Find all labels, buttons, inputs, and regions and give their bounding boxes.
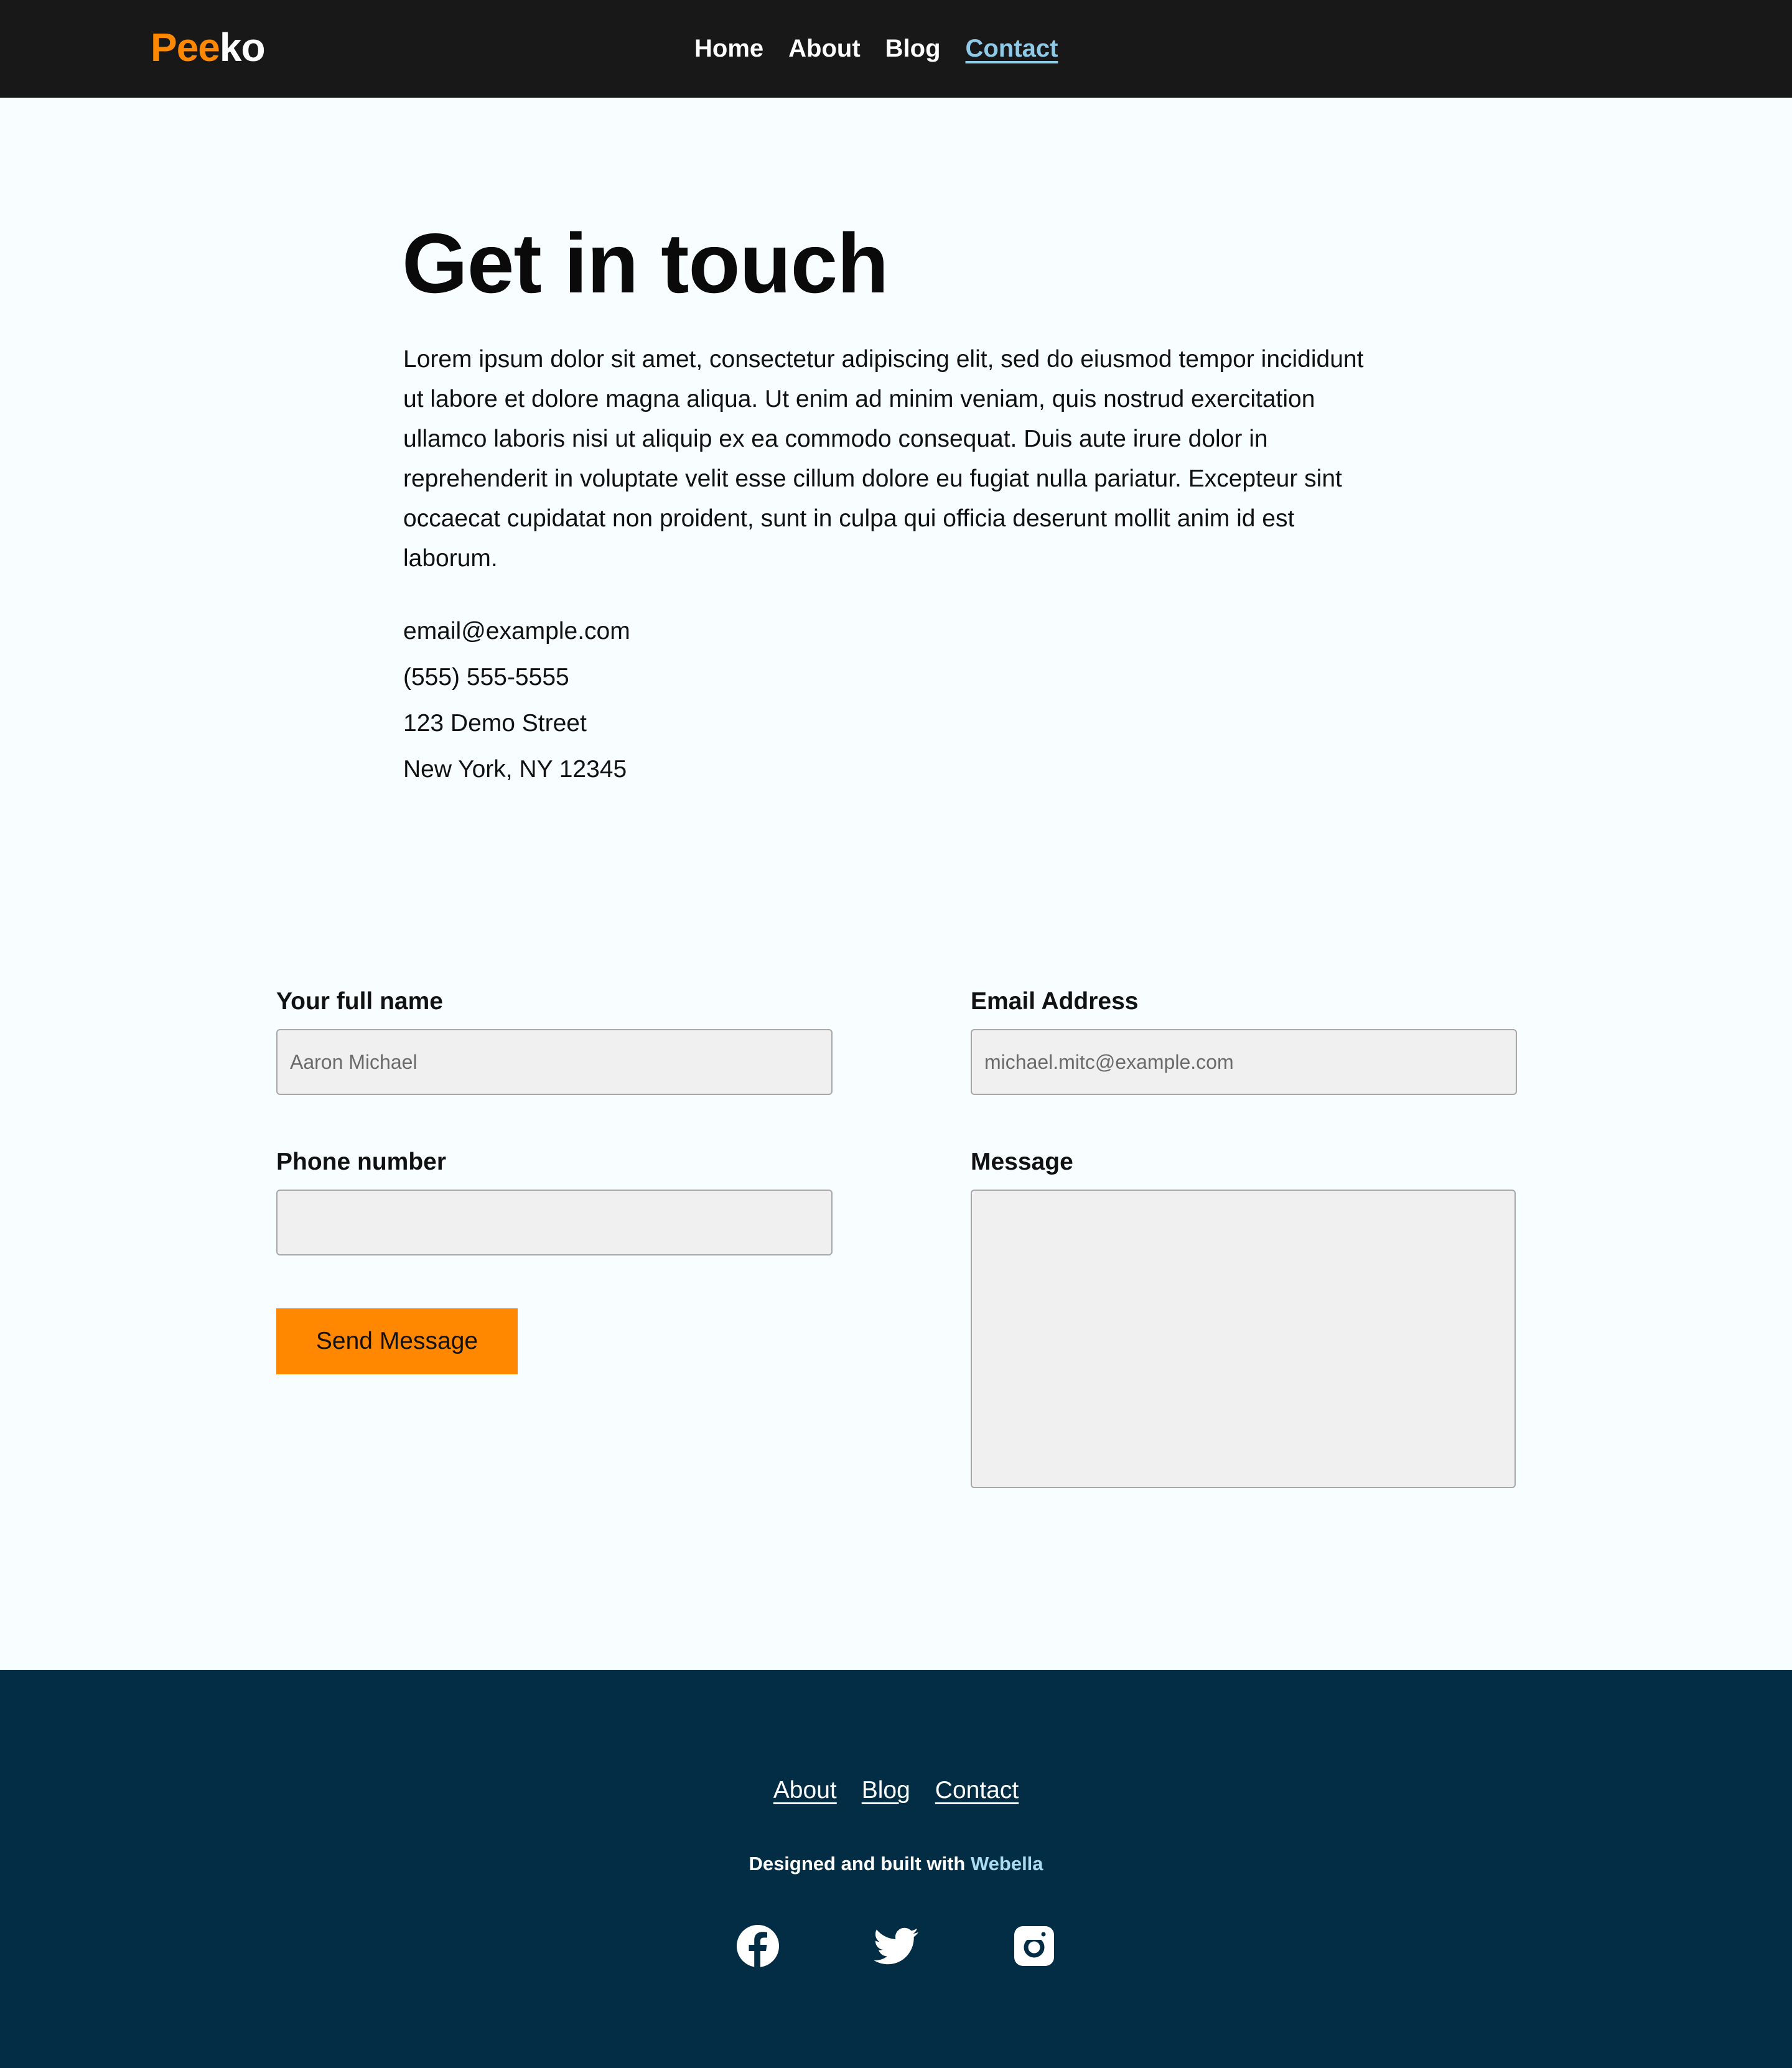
email-label: Email Address — [971, 988, 1139, 1015]
phone-label: Phone number — [276, 1148, 447, 1175]
nav-link-contact[interactable]: Contact — [966, 31, 1058, 66]
credit-text: Designed and built with — [749, 1853, 966, 1875]
footer-nav: About Blog Contact — [0, 1774, 1792, 1807]
footer-credit: Designed and built with Webella — [0, 1850, 1792, 1878]
instagram-link[interactable] — [1012, 1924, 1057, 1968]
site-footer: About Blog Contact Designed and built wi… — [0, 1670, 1792, 2068]
site-header: Peeko Home About Blog Contact — [0, 0, 1792, 98]
logo-part-white: ko — [219, 25, 266, 70]
contact-email: email@example.com — [403, 618, 630, 645]
page-title: Get in touch — [402, 216, 889, 310]
nav-link-home[interactable]: Home — [694, 31, 763, 66]
intro-paragraph: Lorem ipsum dolor sit amet, consectetur … — [403, 346, 1364, 572]
message-label: Message — [971, 1148, 1073, 1175]
credit-brand-link[interactable]: Webella — [971, 1853, 1043, 1875]
twitter-icon — [874, 1924, 918, 1968]
footer-link-about[interactable]: About — [773, 1774, 837, 1807]
footer-link-blog[interactable]: Blog — [862, 1774, 910, 1807]
nav-link-about[interactable]: About — [788, 31, 861, 66]
contact-info: email@example.com (555) 555-5555 123 Dem… — [403, 608, 630, 793]
logo[interactable]: Peeko — [151, 21, 266, 73]
contact-phone: (555) 555-5555 — [403, 664, 569, 691]
phone-input[interactable] — [276, 1190, 833, 1255]
twitter-link[interactable] — [874, 1924, 918, 1968]
footer-link-contact[interactable]: Contact — [935, 1774, 1019, 1807]
main-nav: Home About Blog Contact — [694, 31, 1058, 66]
message-textarea[interactable] — [971, 1190, 1516, 1488]
instagram-icon — [1012, 1924, 1057, 1968]
contact-street: 123 Demo Street — [403, 710, 587, 737]
facebook-icon — [735, 1924, 780, 1968]
full-name-label: Your full name — [276, 988, 443, 1015]
contact-city: New York, NY 12345 — [403, 756, 627, 783]
facebook-link[interactable] — [735, 1924, 780, 1968]
nav-link-blog[interactable]: Blog — [885, 31, 941, 66]
email-input[interactable] — [971, 1029, 1517, 1095]
logo-part-orange: Pee — [151, 25, 220, 70]
full-name-input[interactable] — [276, 1029, 833, 1095]
send-message-button[interactable]: Send Message — [276, 1308, 518, 1374]
